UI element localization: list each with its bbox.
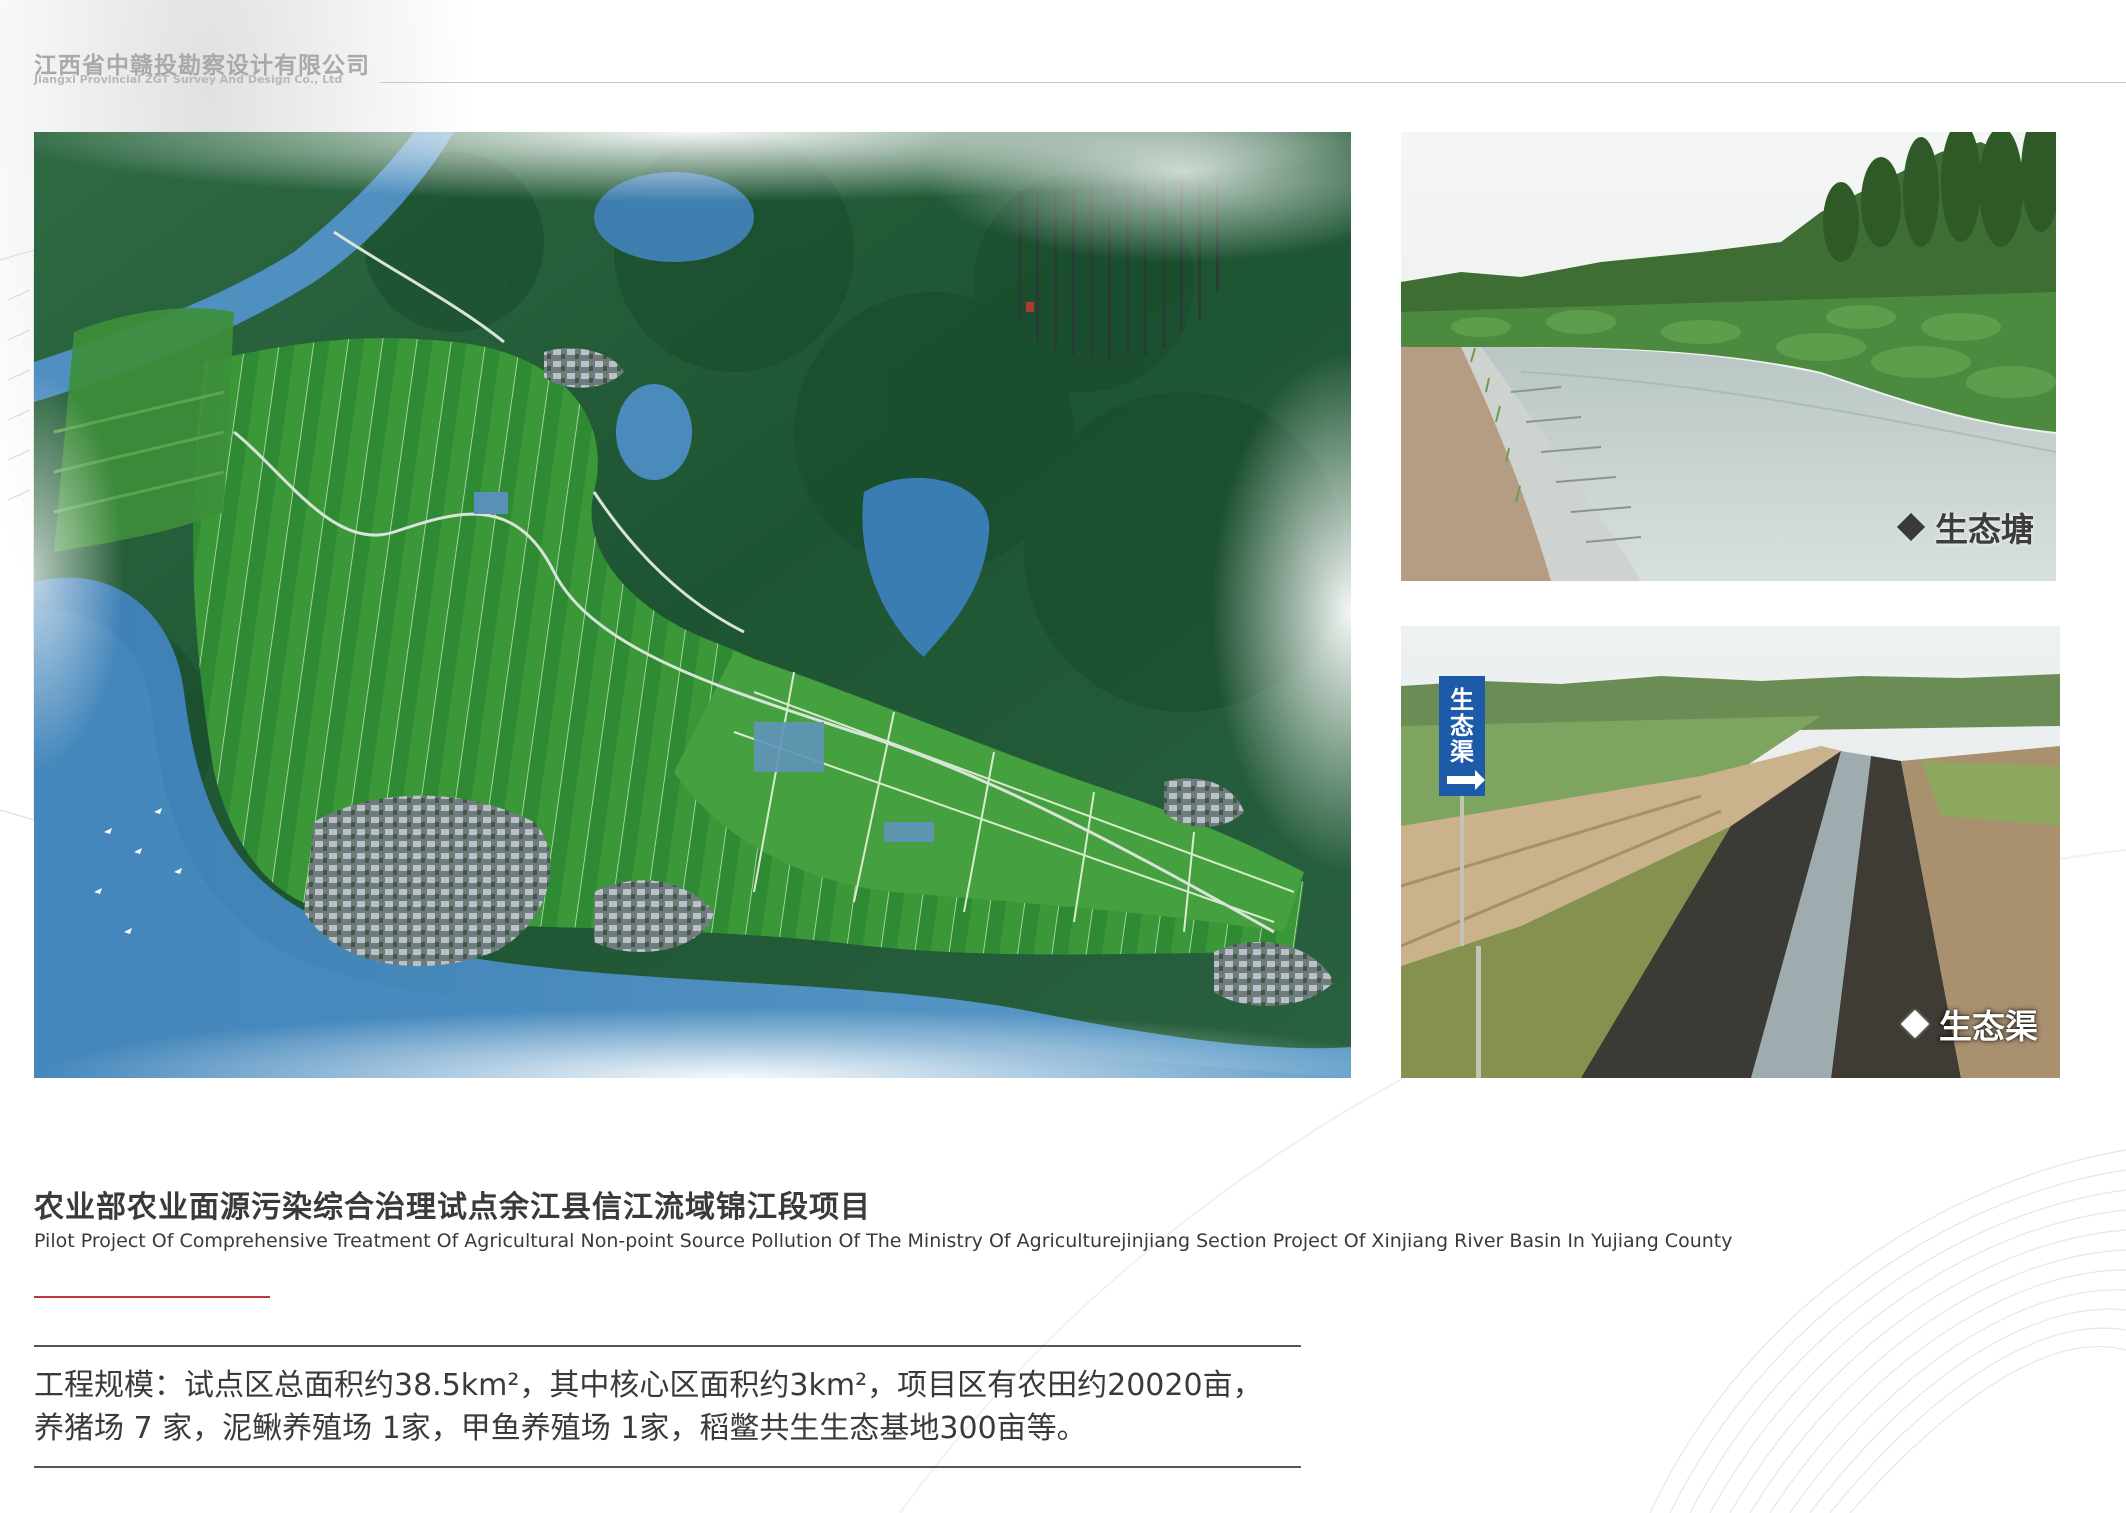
eco-pond-caption-text: 生态塘 xyxy=(1935,510,2034,549)
description-line-1: 工程规模：试点区总面积约38.5km²，其中核心区面积约3km²，项目区有农田约… xyxy=(34,1368,1263,1403)
project-title-en: Pilot Project Of Comprehensive Treatment… xyxy=(34,1230,1733,1252)
eco-pond-caption: 生态塘 xyxy=(1896,503,2034,551)
canal-sign-char-1: 生 xyxy=(1450,686,1474,714)
project-description: 工程规模：试点区总面积约38.5km²，其中核心区面积约3km²，项目区有农田约… xyxy=(34,1364,1324,1450)
canal-sign-char-2: 态 xyxy=(1450,712,1474,740)
company-name-en: Jiangxi Provincial ZGT Survey And Design… xyxy=(34,73,343,86)
header-divider xyxy=(380,82,2126,83)
description-line-2: 养猪场 7 家，泥鳅养殖场 1家，甲鱼养殖场 1家，稻鳖共生生态基地300亩等。 xyxy=(34,1411,1087,1446)
accent-underline xyxy=(34,1296,270,1298)
description-bottom-rule xyxy=(34,1466,1301,1468)
eco-pond-photo: 生态塘 xyxy=(1401,132,2056,581)
description-top-rule xyxy=(34,1345,1301,1347)
eco-canal-caption: 生态渠 xyxy=(1900,1000,2038,1048)
diamond-bullet-icon xyxy=(1896,512,1926,542)
diamond-bullet-icon xyxy=(1900,1009,1930,1039)
project-title-cn: 农业部农业面源污染综合治理试点余江县信江流域锦江段项目 xyxy=(34,1190,871,1225)
eco-canal-photo: 生 态 渠 生态渠 xyxy=(1401,626,2060,1078)
aerial-masterplan-image xyxy=(34,132,1351,1078)
eco-canal-caption-text: 生态渠 xyxy=(1939,1007,2038,1046)
canal-sign-char-3: 渠 xyxy=(1450,738,1474,766)
